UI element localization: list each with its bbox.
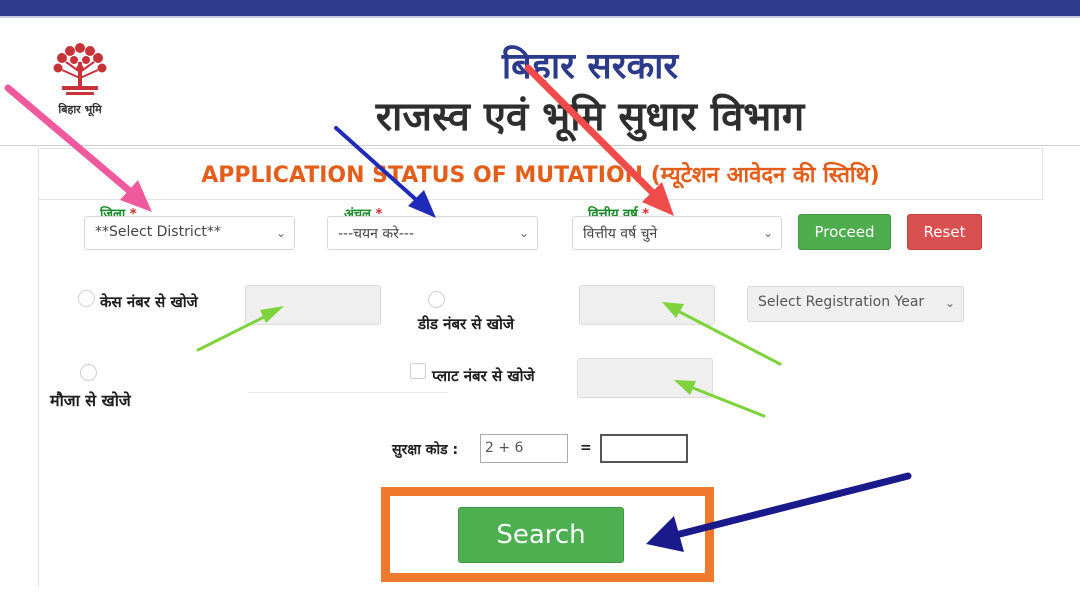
annotation-arrows: [4, 64, 912, 552]
pink-arrow-icon: [4, 84, 152, 212]
green-arrow-icon: [674, 380, 766, 418]
red-arrow-icon: [524, 64, 674, 216]
navy-arrow-icon: [646, 472, 912, 552]
green-arrow-icon: [196, 306, 284, 352]
green-arrow-icon: [662, 302, 782, 366]
blue-arrow-icon: [334, 126, 436, 218]
